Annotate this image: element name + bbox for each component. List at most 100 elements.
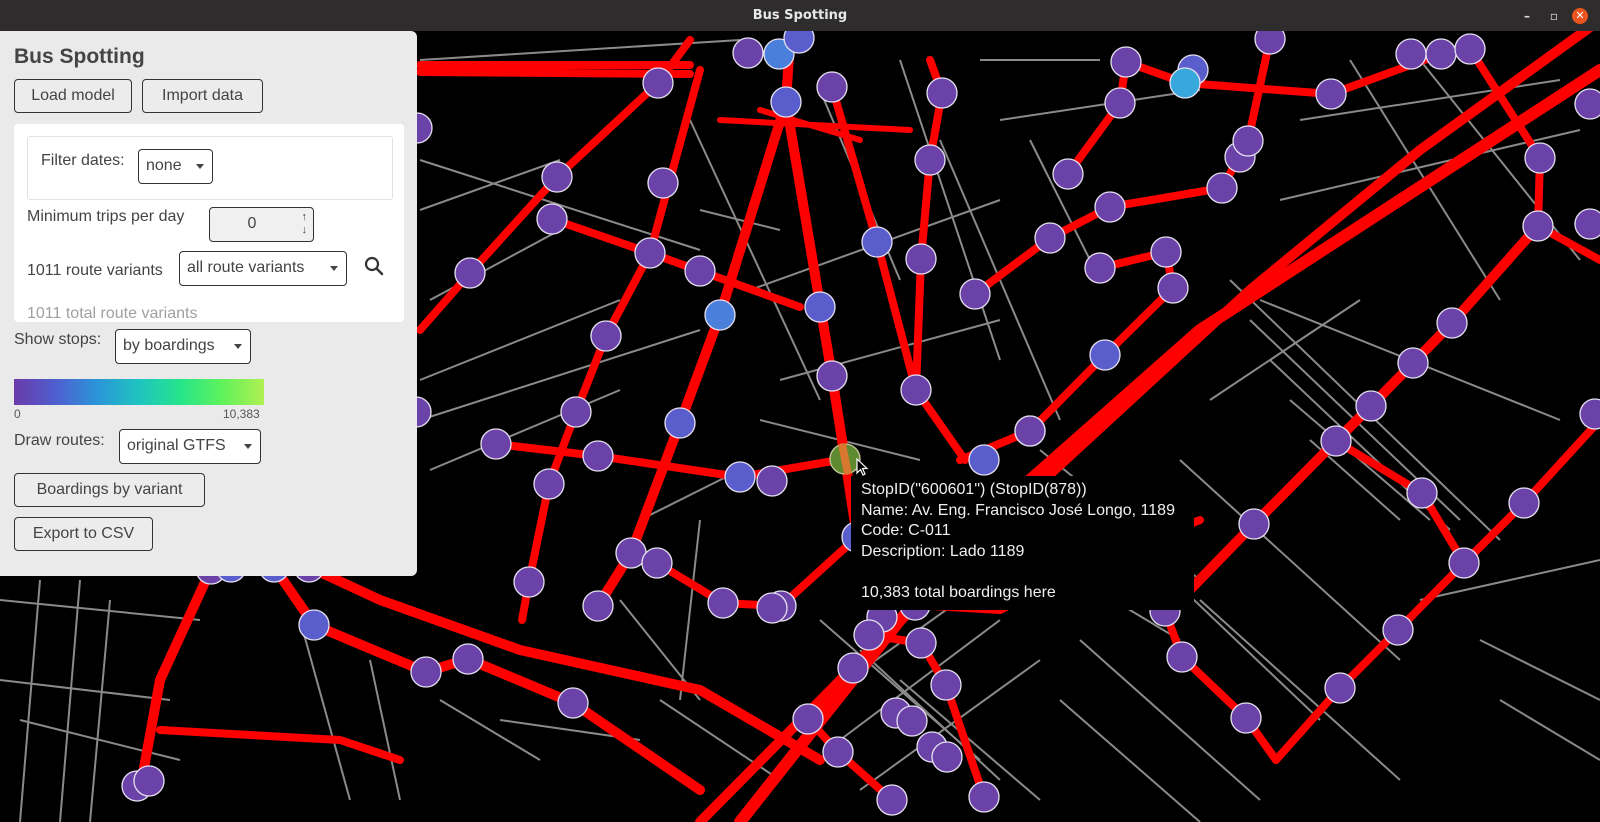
bus-stop-marker[interactable] (1406, 477, 1438, 509)
arrow-up-icon[interactable]: ↑ (302, 212, 308, 223)
boardings-by-variant-button[interactable]: Boardings by variant (14, 473, 205, 507)
bus-stop-marker[interactable] (1206, 172, 1238, 204)
bus-stop-marker[interactable] (756, 592, 788, 624)
bus-stop-marker[interactable] (1382, 614, 1414, 646)
bus-stop-marker[interactable] (1094, 191, 1126, 223)
bus-stop-marker[interactable] (1522, 210, 1554, 242)
bus-stop-marker[interactable] (1230, 702, 1262, 734)
bus-stop-marker[interactable] (1166, 641, 1198, 673)
tooltip-stop-id: StopID("600601") (StopID(878)) (861, 481, 1087, 498)
bus-stop-marker[interactable] (896, 705, 928, 737)
bus-stop-marker[interactable] (905, 243, 937, 275)
bus-stop-marker[interactable] (1089, 339, 1121, 371)
bus-stop-marker[interactable] (968, 444, 1000, 476)
bus-stop-marker[interactable] (557, 687, 589, 719)
bus-stop-marker[interactable] (1324, 672, 1356, 704)
bus-stop-marker[interactable] (792, 703, 824, 735)
control-panel: Bus Spotting Load model Import data Filt… (0, 31, 417, 576)
route-variants-value: all route variants (187, 259, 305, 276)
export-csv-button[interactable]: Export to CSV (14, 517, 153, 551)
bus-stop-marker[interactable] (454, 257, 486, 289)
bus-stop-marker[interactable] (1436, 307, 1468, 339)
bus-stop-marker[interactable] (642, 67, 674, 99)
bus-stop-marker[interactable] (1395, 38, 1427, 70)
bus-stop-marker[interactable] (298, 609, 330, 641)
route-variants-select[interactable]: all route variants (179, 251, 347, 286)
bus-stop-marker[interactable] (634, 237, 666, 269)
import-data-button[interactable]: Import data (142, 79, 263, 113)
bus-stop-marker[interactable] (1574, 88, 1600, 120)
bus-stop-marker[interactable] (876, 784, 908, 816)
bus-stop-marker[interactable] (513, 566, 545, 598)
bus-stop-marker[interactable] (133, 765, 165, 797)
bus-stop-marker[interactable] (582, 590, 614, 622)
close-button[interactable]: ✕ (1572, 8, 1588, 24)
bus-stop-marker[interactable] (900, 374, 932, 406)
bus-stop-marker[interactable] (707, 587, 739, 619)
bus-stop-marker[interactable] (590, 320, 622, 352)
bus-stop-marker[interactable] (1110, 46, 1142, 78)
bus-stop-marker[interactable] (1574, 208, 1600, 240)
bus-stop-marker[interactable] (1524, 142, 1556, 174)
arrow-down-icon[interactable]: ↓ (302, 225, 308, 236)
bus-stop-marker[interactable] (905, 627, 937, 659)
bus-stop-marker[interactable] (410, 656, 442, 688)
bus-stop-marker[interactable] (968, 781, 1000, 813)
maximize-button[interactable]: ▫ (1546, 8, 1562, 24)
show-stops-select[interactable]: by boardings (115, 329, 251, 364)
bus-stop-marker[interactable] (541, 161, 573, 193)
bus-stop-marker[interactable] (664, 407, 696, 439)
draw-routes-select[interactable]: original GTFS (119, 429, 261, 464)
bus-stop-marker[interactable] (1355, 390, 1387, 422)
bus-stop-marker[interactable] (959, 278, 991, 310)
bus-stop-marker[interactable] (1084, 252, 1116, 284)
bus-stop-marker[interactable] (732, 37, 764, 69)
bus-stop-marker[interactable] (930, 669, 962, 701)
bus-stop-marker[interactable] (1052, 158, 1084, 190)
bus-stop-marker[interactable] (1169, 67, 1201, 99)
bus-stop-marker[interactable] (926, 77, 958, 109)
bus-stop-marker[interactable] (1254, 31, 1286, 55)
bus-stop-marker[interactable] (1034, 222, 1066, 254)
load-model-button[interactable]: Load model (14, 79, 132, 113)
bus-stop-marker[interactable] (816, 360, 848, 392)
bus-stop-marker[interactable] (724, 461, 756, 493)
bus-stop-marker[interactable] (1425, 38, 1457, 70)
bus-stop-marker[interactable] (1508, 487, 1540, 519)
bus-stop-marker[interactable] (1238, 508, 1270, 540)
bus-stop-marker[interactable] (1397, 347, 1429, 379)
bus-stop-marker[interactable] (837, 652, 869, 684)
bus-stop-marker[interactable] (914, 144, 946, 176)
bus-stop-marker[interactable] (756, 465, 788, 497)
bus-stop-marker[interactable] (647, 167, 679, 199)
min-trips-stepper[interactable]: 0 ↑ ↓ (209, 207, 314, 242)
bus-stop-marker[interactable] (582, 440, 614, 472)
search-icon[interactable] (362, 254, 386, 278)
bus-stop-marker[interactable] (816, 71, 848, 103)
bus-stop-marker[interactable] (1232, 125, 1264, 157)
bus-stop-marker[interactable] (822, 736, 854, 768)
filter-dates-select[interactable]: none (138, 149, 213, 184)
bus-stop-marker[interactable] (1157, 272, 1189, 304)
bus-stop-marker[interactable] (804, 291, 836, 323)
bus-stop-marker[interactable] (536, 203, 568, 235)
bus-stop-marker[interactable] (704, 299, 736, 331)
bus-stop-marker[interactable] (1014, 415, 1046, 447)
bus-stop-marker[interactable] (641, 547, 673, 579)
bus-stop-marker[interactable] (1315, 78, 1347, 110)
bus-stop-marker[interactable] (861, 226, 893, 258)
bus-stop-marker[interactable] (931, 741, 963, 773)
bus-stop-marker[interactable] (1454, 33, 1486, 65)
bus-stop-marker[interactable] (1104, 87, 1136, 119)
bus-stop-marker[interactable] (533, 468, 565, 500)
bus-stop-marker[interactable] (1448, 547, 1480, 579)
bus-stop-marker[interactable] (684, 255, 716, 287)
bus-stop-marker[interactable] (480, 428, 512, 460)
bus-stop-marker[interactable] (452, 643, 484, 675)
bus-stop-marker[interactable] (1320, 425, 1352, 457)
bus-stop-marker[interactable] (853, 619, 885, 651)
bus-stop-marker[interactable] (1150, 236, 1182, 268)
minimize-button[interactable]: – (1519, 8, 1535, 24)
bus-stop-marker[interactable] (560, 396, 592, 428)
bus-stop-marker[interactable] (770, 86, 802, 118)
